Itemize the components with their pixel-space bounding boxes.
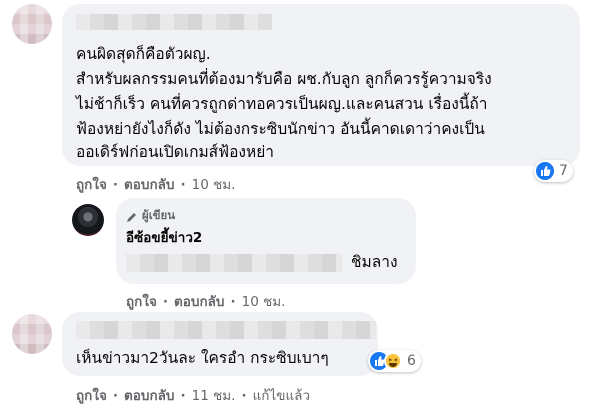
timestamp[interactable]: 11 ชม. (192, 388, 236, 404)
timestamp[interactable]: 10 ชม. (192, 177, 236, 193)
like-button[interactable]: ถูกใจ (76, 177, 107, 193)
commenter-avatar[interactable] (12, 314, 52, 354)
comment-text-line: ออเดิร์ฟก่อนเปิดเกมส์ฟ้องหย่า (76, 143, 274, 161)
reaction-count: 7 (559, 163, 568, 179)
comment-actions: ถูกใจ · ตอบกลับ · 10 ชม. (76, 177, 236, 193)
like-button[interactable]: ถูกใจ (76, 388, 107, 404)
blurred-commenter-name[interactable] (76, 14, 272, 30)
blurred-reply-text (126, 254, 342, 272)
like-icon (536, 162, 554, 180)
author-badge: ผู้เขียน (142, 208, 176, 222)
edited-label[interactable]: แก้ไขแล้ว (253, 388, 310, 404)
reply-text: ชิมลาง (351, 253, 398, 271)
reply-button[interactable]: ตอบกลับ (124, 388, 174, 404)
comment-actions: ถูกใจ · ตอบกลับ · 10 ชม. (126, 294, 286, 310)
comment-actions: ถูกใจ · ตอบกลับ · 11 ชม. · แก้ไขแล้ว (76, 388, 311, 404)
commenter-name[interactable]: อีซ้อขยี้ข่าว2 (126, 226, 202, 248)
like-button[interactable]: ถูกใจ (126, 294, 157, 310)
page-avatar[interactable] (72, 204, 104, 236)
comment-text-line: ฟ้องหย่ายังไงก็ดัง ไม่ต้องกระซิบนักข่าว … (76, 120, 485, 138)
comment-text-line: ไม่ช้าก็เร็ว คนที่ควรถูกด่าทอควรเป็นผญ.แ… (76, 95, 488, 113)
reply-button[interactable]: ตอบกลับ (174, 294, 224, 310)
timestamp[interactable]: 10 ชม. (242, 294, 286, 310)
commenter-avatar[interactable] (12, 4, 52, 44)
comment-text: เห็นข่าวมา2วันละ ใครอำ กระซิบเบาๆ (76, 349, 329, 367)
haha-icon (384, 352, 402, 370)
reaction-summary[interactable]: 6 (368, 350, 421, 372)
pencil-icon (126, 208, 138, 227)
comment-text-line: คนผิดสุดก็คือตัวผญ. (76, 45, 211, 63)
reply-button[interactable]: ตอบกลับ (124, 177, 174, 193)
comment-text-line: สำหรับผลกรรมคนที่ต้องมารับคือ ผช.กับลูก … (76, 70, 492, 88)
reaction-count: 6 (407, 353, 416, 369)
blurred-commenter-name[interactable] (76, 321, 376, 339)
reaction-summary[interactable]: 7 (534, 160, 573, 182)
